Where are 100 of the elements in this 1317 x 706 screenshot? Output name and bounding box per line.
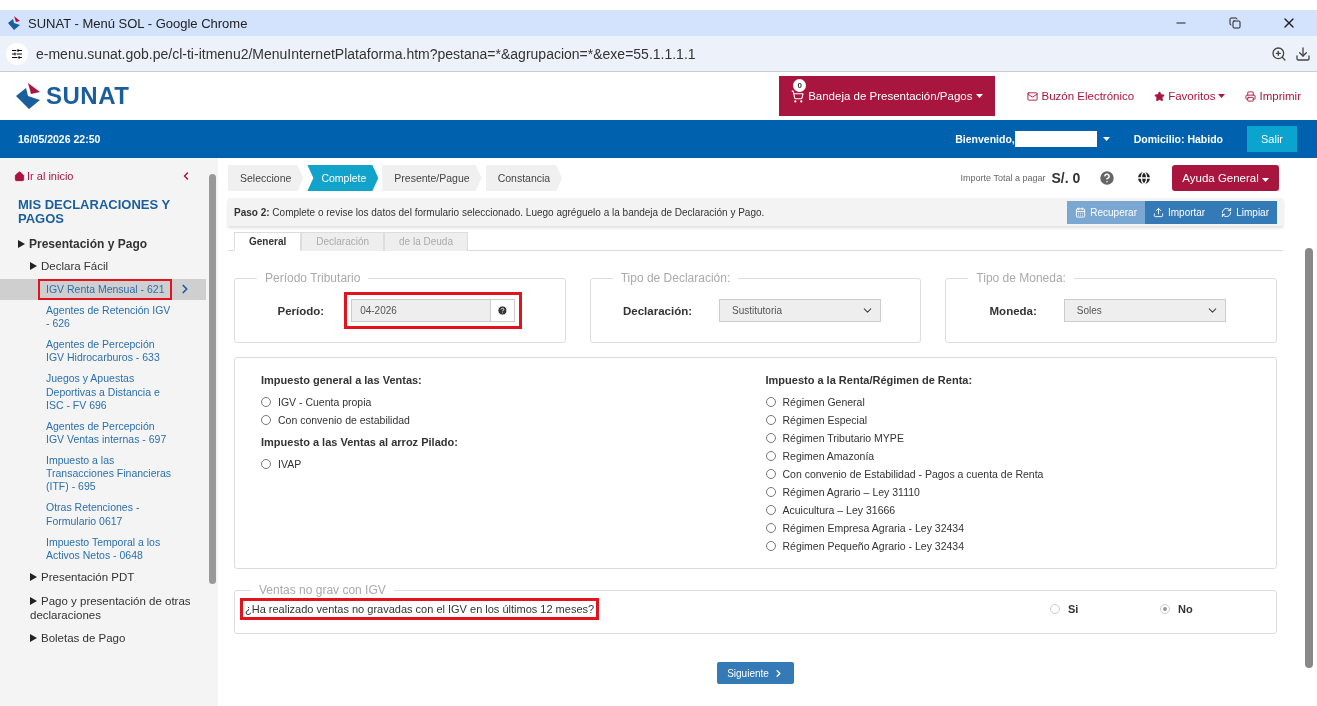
fieldset-legend: Ventas no grav con IGV	[251, 583, 394, 597]
action-button[interactable]: Limpiar	[1213, 200, 1277, 224]
sidebar-item[interactable]: Impuesto a las Transacciones Financieras (ITF) - 695	[0, 450, 206, 498]
header-link[interactable]: Favoritos	[1154, 90, 1226, 102]
triangle-icon	[30, 262, 37, 270]
radio-label: No	[1178, 603, 1193, 615]
caret-icon	[976, 94, 984, 98]
sidebar-item[interactable]: Agentes de Percepción IGV Hidrocarburos - 633	[0, 334, 206, 369]
group-title: Impuesto a la Renta/Régimen de Renta:	[765, 374, 974, 386]
radio-button[interactable]	[765, 433, 776, 443]
cart-badge: 0	[793, 79, 807, 92]
form-tab[interactable]: General	[234, 232, 302, 251]
help-icon[interactable]	[1098, 169, 1117, 187]
question-text: ¿Ha realizado ventas no gravadas con el IGV en los últimos 12 meses?	[241, 599, 599, 619]
printer-icon	[1245, 90, 1257, 102]
radio-button[interactable]	[1050, 604, 1060, 614]
sidebar-item[interactable]: Pago y presentación de otras declaraciones	[0, 589, 206, 628]
logo-icon	[6, 15, 22, 31]
sidebar-item[interactable]: Otras Retenciones - Formulario 0617	[0, 497, 206, 532]
radio-label: Régimen Tributario MYPE	[782, 432, 904, 444]
radio-label: Acuicultura – Ley 31666	[782, 504, 896, 516]
radio-button[interactable]	[765, 541, 776, 551]
group-title: Impuesto general a las Ventas:	[261, 374, 423, 386]
step-tab[interactable]: Presente/Pague	[382, 165, 482, 191]
action-button[interactable]: Importar	[1144, 200, 1214, 224]
header-link[interactable]: Imprimir	[1245, 90, 1301, 102]
radio-button[interactable]	[765, 397, 776, 407]
upload-icon	[1152, 206, 1164, 218]
sidebar-item[interactable]: Declara Fácil	[0, 255, 206, 279]
radio-button[interactable]	[765, 469, 776, 479]
cart-icon	[791, 89, 805, 103]
field-label: Período:	[277, 304, 325, 317]
sidebar-item[interactable]: Presentación PDT	[0, 565, 206, 590]
sidebar-item[interactable]: Agentes de Retención IGV - 626	[0, 299, 206, 335]
logo-text: SUNAT	[46, 82, 130, 110]
radio-button[interactable]	[261, 459, 271, 469]
radio-button[interactable]	[765, 505, 776, 515]
group-title: Impuesto a las Ventas al arroz Pilado:	[261, 436, 459, 448]
home-icon	[14, 170, 25, 182]
fieldset-legend: Tipo de Declaración:	[612, 271, 739, 285]
sidebar-item[interactable]: IGV Renta Mensual - 621	[0, 278, 206, 300]
field-label: Moneda:	[989, 304, 1037, 317]
field-label: Declaración:	[623, 304, 692, 317]
caret-icon	[1102, 137, 1110, 141]
date-time: 16/05/2026 22:50	[18, 133, 101, 145]
tray-button[interactable]: 0 Bandeja de Presentación/Pagos	[779, 76, 996, 116]
fieldset-legend: Período Tributario	[257, 271, 369, 285]
domicilio-text: Domicilio: Habido	[1133, 133, 1223, 145]
radio-label: Con convenio de Estabilidad - Pagos a cuenta de Renta	[782, 468, 1044, 480]
radio-label: Si	[1068, 603, 1079, 615]
sidebar-item[interactable]: Impuesto Temporal a los Activos Netos - 0648	[0, 531, 206, 566]
sidebar-heading: MIS DECLARACIONES Y PAGOS	[17, 196, 171, 229]
radio-label: Régimen Especial	[782, 414, 868, 426]
total-label: Importe Total a pagar	[960, 173, 1046, 183]
sidebar-item[interactable]: Agentes de Percepción IGV Ventas internas - 697	[0, 415, 206, 451]
input-field[interactable]: 04-2026	[351, 299, 492, 322]
next-button[interactable]: Siguiente	[717, 662, 794, 684]
radio-label: Régimen Pequeño Agrario - Ley 32434	[782, 540, 965, 552]
radio-label: Con convenio de estabilidad	[278, 414, 410, 426]
fieldset-legend: Tipo de Moneda:	[968, 271, 1074, 285]
zoom-icon[interactable]	[1271, 45, 1287, 62]
site-info-icon[interactable]	[6, 42, 28, 65]
radio-label: Régimen Empresa Agraria - Ley 32434	[782, 522, 964, 534]
calendar-icon	[1075, 206, 1087, 218]
help-button[interactable]: Ayuda General	[1172, 165, 1279, 191]
radio-button[interactable]	[765, 523, 776, 533]
radio-label: Régimen General	[782, 396, 865, 408]
sidebar-item[interactable]: Boletas de Pago	[0, 627, 206, 652]
window-title: SUNAT - Menú SOL - Google Chrome	[28, 15, 249, 31]
restore-icon[interactable]	[1229, 17, 1241, 29]
radio-button[interactable]	[765, 487, 776, 497]
mail-icon	[1027, 90, 1039, 102]
sidebar-item[interactable]: Juegos y Apuestas Deportivas a Distancia e ISC - FV 696	[0, 368, 206, 416]
caret-icon	[1262, 178, 1269, 182]
step-tab[interactable]: Seleccione	[228, 165, 304, 191]
radio-label: IVAP	[278, 458, 302, 470]
download-icon[interactable]	[1295, 45, 1311, 62]
radio-button[interactable]	[261, 415, 271, 425]
url-text[interactable]: e-menu.sunat.gob.pe/cl-ti-itmenu2/MenuInternetPlataforma.htm?pestana=*&agrupacion=*&exe=55.1.1.1.1	[36, 45, 1263, 62]
radio-button[interactable]	[1160, 604, 1170, 614]
refresh-icon	[1221, 206, 1233, 218]
select-field[interactable]: Soles	[1063, 299, 1226, 322]
radio-label: Régimen Agrario – Ley 31110	[782, 486, 920, 498]
star-icon	[1154, 90, 1166, 102]
total-amount: S/. 0	[1051, 170, 1081, 186]
radio-label: Regimen Amazonía	[782, 450, 875, 462]
step-tab[interactable]: Constancia	[485, 165, 563, 191]
triangle-icon	[30, 572, 37, 581]
select-field[interactable]: Sustitutoria	[719, 299, 881, 322]
radio-button[interactable]	[261, 397, 271, 407]
header-link[interactable]: Buzón Electrónico	[1027, 90, 1135, 102]
help-icon	[497, 305, 509, 316]
help-button[interactable]	[491, 299, 516, 322]
welcome-text: Bienvenido,	[955, 133, 1015, 145]
sidebar-item[interactable]: Presentación y Pago	[0, 232, 206, 255]
triangle-icon	[30, 634, 37, 643]
globe-icon[interactable]	[1136, 170, 1153, 186]
radio-button[interactable]	[765, 451, 776, 461]
home-link[interactable]: Ir al inicio	[0, 166, 206, 186]
radio-button[interactable]	[765, 415, 776, 425]
